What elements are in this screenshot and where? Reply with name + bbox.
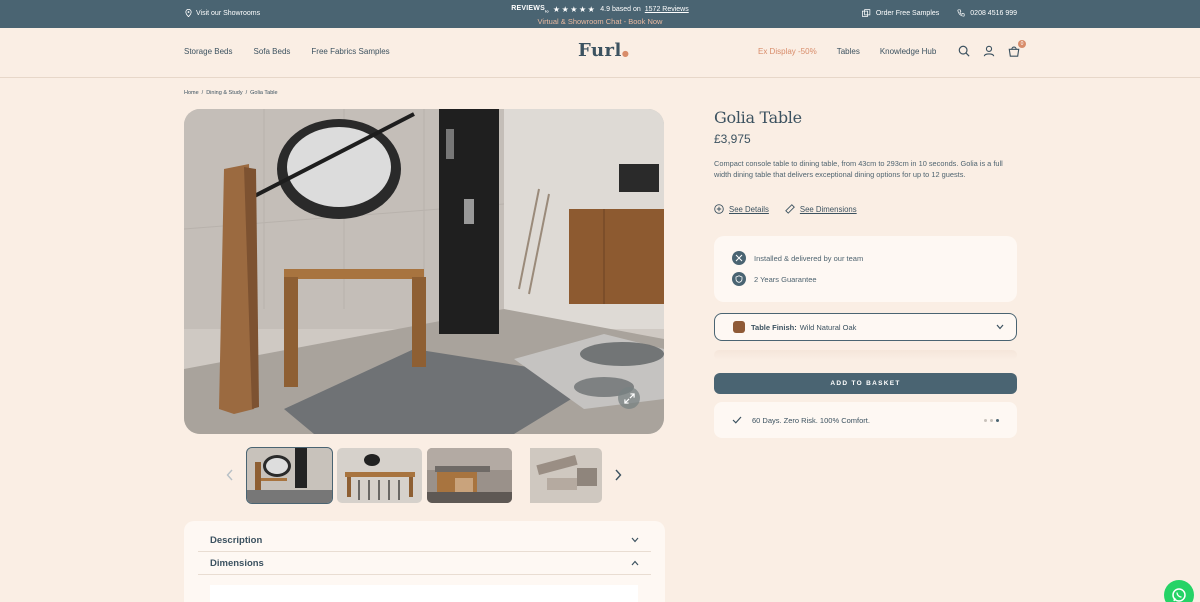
product-accordion: Description Dimensions <box>184 521 665 602</box>
primary-nav: Storage Beds Sofa Beds Free Fabrics Samp… <box>184 47 390 56</box>
breadcrumb-separator: / <box>245 90 248 96</box>
reviews-logo-text: REVIEWS <box>511 5 545 12</box>
breadcrumb-dining-study[interactable]: Dining & Study <box>206 90 242 96</box>
phone-number: 0208 4516 999 <box>970 9 1017 17</box>
product-price: £3,975 <box>714 132 751 146</box>
nav-sofa-beds[interactable]: Sofa Beds <box>253 47 290 56</box>
promo-link[interactable]: Virtual & Showroom Chat - Book Now <box>0 16 1200 27</box>
nav-knowledge-hub[interactable]: Knowledge Hub <box>880 47 936 56</box>
search-icon[interactable] <box>958 44 972 58</box>
product-description: Compact console table to dining table, f… <box>714 159 1003 180</box>
guarantee-text: 60 Days. Zero Risk. 100% Comfort. <box>752 415 870 425</box>
reviews-logo-suffix: io <box>544 8 549 14</box>
rating-stars: ★★★★★ <box>552 5 597 15</box>
thumbnail-4[interactable] <box>517 448 602 503</box>
chevron-down-icon <box>996 324 1004 330</box>
breadcrumb-separator: / <box>201 90 204 96</box>
breadcrumb-home[interactable]: Home <box>184 90 199 96</box>
thumbnail-3[interactable] <box>427 448 512 503</box>
thumbnail-carousel <box>220 447 630 504</box>
breadcrumb-current: Golia Table <box>250 90 278 96</box>
order-samples-label: Order Free Samples <box>875 9 940 17</box>
add-to-basket-button[interactable]: ADD TO BASKET <box>714 373 1017 394</box>
reviews-summary: REVIEWSio ★★★★★ 4.9 based on 1572 Review… <box>0 3 1200 27</box>
zoom-button[interactable] <box>618 387 640 409</box>
checkmark-icon <box>732 416 742 424</box>
product-photo <box>184 109 664 434</box>
benefit-delivery: Installed & delivered by our team <box>732 251 863 265</box>
tools-icon <box>732 251 746 265</box>
nav-free-fabric-samples[interactable]: Free Fabrics Samples <box>311 47 389 56</box>
see-dimensions-label: See Dimensions <box>799 204 857 214</box>
finish-swatch <box>733 321 745 333</box>
accordion-dimensions-label: Dimensions <box>210 557 264 569</box>
accordion-description[interactable]: Description <box>198 529 651 552</box>
plus-circle-icon <box>714 204 724 214</box>
guarantee-banner: 60 Days. Zero Risk. 100% Comfort. <box>714 402 1017 438</box>
thumb-prev-chevron-icon[interactable] <box>226 468 238 482</box>
breadcrumb: Home / Dining & Study / Golia Table <box>184 90 278 96</box>
accordion-dimensions[interactable]: Dimensions <box>198 552 651 575</box>
chevron-down-icon <box>631 537 639 543</box>
see-details-link[interactable]: See Details <box>714 204 769 214</box>
ruler-icon <box>785 204 795 214</box>
expand-icon <box>623 392 635 404</box>
logo-text: Furl <box>578 40 622 61</box>
finish-label: Table Finish: <box>751 322 797 332</box>
thumb-next-chevron-icon[interactable] <box>614 468 626 482</box>
nav-ex-display[interactable]: Ex Display -50% <box>758 47 817 56</box>
whatsapp-icon <box>1172 588 1186 602</box>
dot[interactable] <box>990 418 993 422</box>
product-main-image[interactable] <box>184 109 664 434</box>
benefit-delivery-label: Installed & delivered by our team <box>754 253 864 263</box>
reviews-count-link[interactable]: 1572 Reviews <box>645 4 689 15</box>
table-finish-select[interactable]: Table Finish: Wild Natural Oak <box>714 313 1017 341</box>
phone-icon <box>957 9 965 17</box>
chevron-up-icon <box>631 560 639 566</box>
see-details-label: See Details <box>729 204 769 214</box>
secondary-nav: Ex Display -50% Tables Knowledge Hub <box>758 47 936 56</box>
benefit-guarantee-label: 2 Years Guarantee <box>754 274 817 284</box>
account-icon[interactable] <box>983 44 997 58</box>
finish-value: Wild Natural Oak <box>799 322 857 332</box>
nav-tables[interactable]: Tables <box>837 47 860 56</box>
nav-storage-beds[interactable]: Storage Beds <box>184 47 232 56</box>
product-title: Golia Table <box>714 108 802 127</box>
whatsapp-chat-button[interactable] <box>1164 580 1194 602</box>
dimensions-panel <box>210 585 638 602</box>
thumbnail-1[interactable] <box>246 447 333 504</box>
dot-active[interactable] <box>996 418 999 422</box>
reviews-io-logo: REVIEWSio <box>511 3 549 16</box>
shield-icon <box>732 272 746 286</box>
carousel-dots[interactable] <box>984 418 999 422</box>
accordion-description-label: Description <box>210 534 263 546</box>
see-dimensions-link[interactable]: See Dimensions <box>785 204 857 214</box>
announcement-bar: Visit our Showrooms REVIEWSio ★★★★★ 4.9 … <box>0 0 1200 28</box>
basket-count-badge: 0 <box>1018 40 1026 48</box>
thumbnail-2[interactable] <box>337 448 422 503</box>
divider-shadow <box>714 350 1017 360</box>
rating-text: 4.9 based on <box>600 6 641 14</box>
order-samples-link[interactable]: Order Free Samples <box>861 9 940 17</box>
basket-icon[interactable]: 0 <box>1008 40 1026 58</box>
logo-dot: ● <box>621 48 630 58</box>
furl-logo[interactable]: Furl● <box>578 40 629 61</box>
benefits-card: Installed & delivered by our team 2 Year… <box>714 236 1017 302</box>
samples-icon <box>861 9 871 17</box>
benefit-guarantee: 2 Years Guarantee <box>732 272 817 286</box>
phone-link[interactable]: 0208 4516 999 <box>957 9 1017 17</box>
site-header: Storage Beds Sofa Beds Free Fabrics Samp… <box>0 28 1200 78</box>
dot[interactable] <box>984 418 987 422</box>
